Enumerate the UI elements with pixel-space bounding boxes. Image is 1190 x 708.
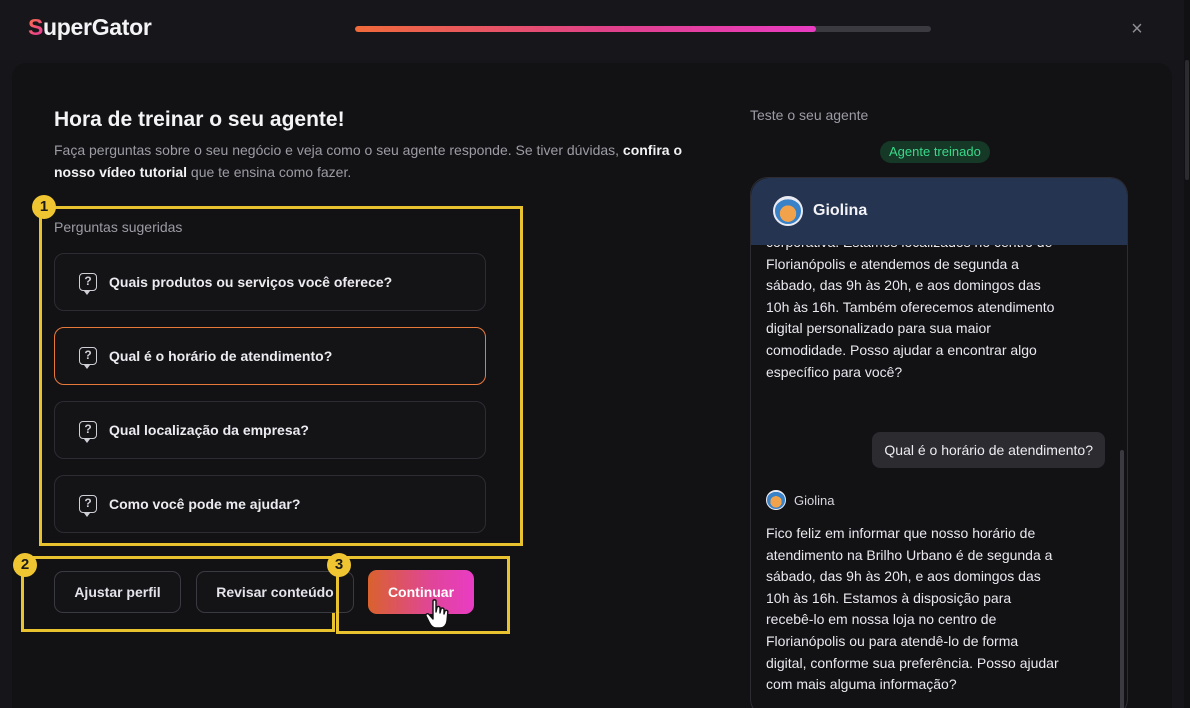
window-scroll-thumb[interactable] — [1185, 60, 1189, 180]
suggestions-label: Perguntas sugeridas — [54, 219, 183, 235]
user-message: Qual é o horário de atendimento? — [872, 432, 1105, 468]
chat-scroll-thumb[interactable] — [1120, 450, 1124, 708]
suggestion-text: Qual é o horário de atendimento? — [109, 348, 333, 364]
chat-header: Giolina — [751, 178, 1127, 245]
suggestion-text: Quais produtos ou serviços você oferece? — [109, 274, 393, 290]
chat-window: Giolina corporativa. Estamos localizados… — [750, 177, 1128, 708]
chat-scrollbar[interactable] — [1120, 250, 1124, 708]
suggestion-help[interactable]: ? Como você pode me ajudar? — [54, 475, 486, 533]
question-bubble-icon: ? — [79, 273, 97, 295]
page-description: Faça perguntas sobre o seu negócio e vej… — [54, 142, 683, 180]
annotation-badge-3: 3 — [327, 553, 351, 577]
annotation-badge-2: 2 — [13, 553, 37, 577]
progress-bar — [355, 26, 931, 32]
question-bubble-icon: ? — [79, 421, 97, 443]
hand-cursor-icon — [425, 599, 449, 629]
progress-fill — [355, 26, 816, 32]
bot-message-header: Giolina — [766, 490, 834, 510]
bot-message: Fico feliz em informar que nosso horário… — [766, 525, 1059, 693]
suggestion-text: Qual localização da empresa? — [109, 422, 309, 438]
status-badge: Agente treinado — [880, 141, 990, 163]
window-scrollbar[interactable] — [1184, 0, 1190, 708]
suggestion-text: Como você pode me ajudar? — [109, 496, 301, 512]
question-bubble-icon: ? — [79, 347, 97, 369]
bot-message: corporativa. Estamos localizados no cent… — [766, 245, 1055, 380]
continue-button[interactable]: Continuar — [368, 570, 474, 614]
page-title: Hora de treinar o seu agente! — [54, 108, 345, 131]
logo: SuperGator — [28, 14, 152, 40]
suggestion-products[interactable]: ? Quais produtos ou serviços você oferec… — [54, 253, 486, 311]
review-content-button[interactable]: Revisar conteúdo — [196, 571, 354, 613]
adjust-profile-button[interactable]: Ajustar perfil — [54, 571, 181, 613]
annotation-badge-1: 1 — [32, 195, 56, 219]
top-bar: SuperGator × — [0, 0, 1190, 60]
close-icon[interactable]: × — [1128, 18, 1146, 40]
chat-messages[interactable]: corporativa. Estamos localizados no cent… — [751, 245, 1127, 708]
suggestion-location[interactable]: ? Qual localização da empresa? — [54, 401, 486, 459]
avatar — [766, 490, 786, 510]
question-bubble-icon: ? — [79, 495, 97, 517]
avatar — [773, 196, 803, 226]
test-agent-label: Teste o seu agente — [750, 107, 869, 123]
bot-name: Giolina — [794, 492, 835, 508]
agent-name: Giolina — [813, 202, 868, 219]
suggestion-hours[interactable]: ? Qual é o horário de atendimento? — [54, 327, 486, 385]
